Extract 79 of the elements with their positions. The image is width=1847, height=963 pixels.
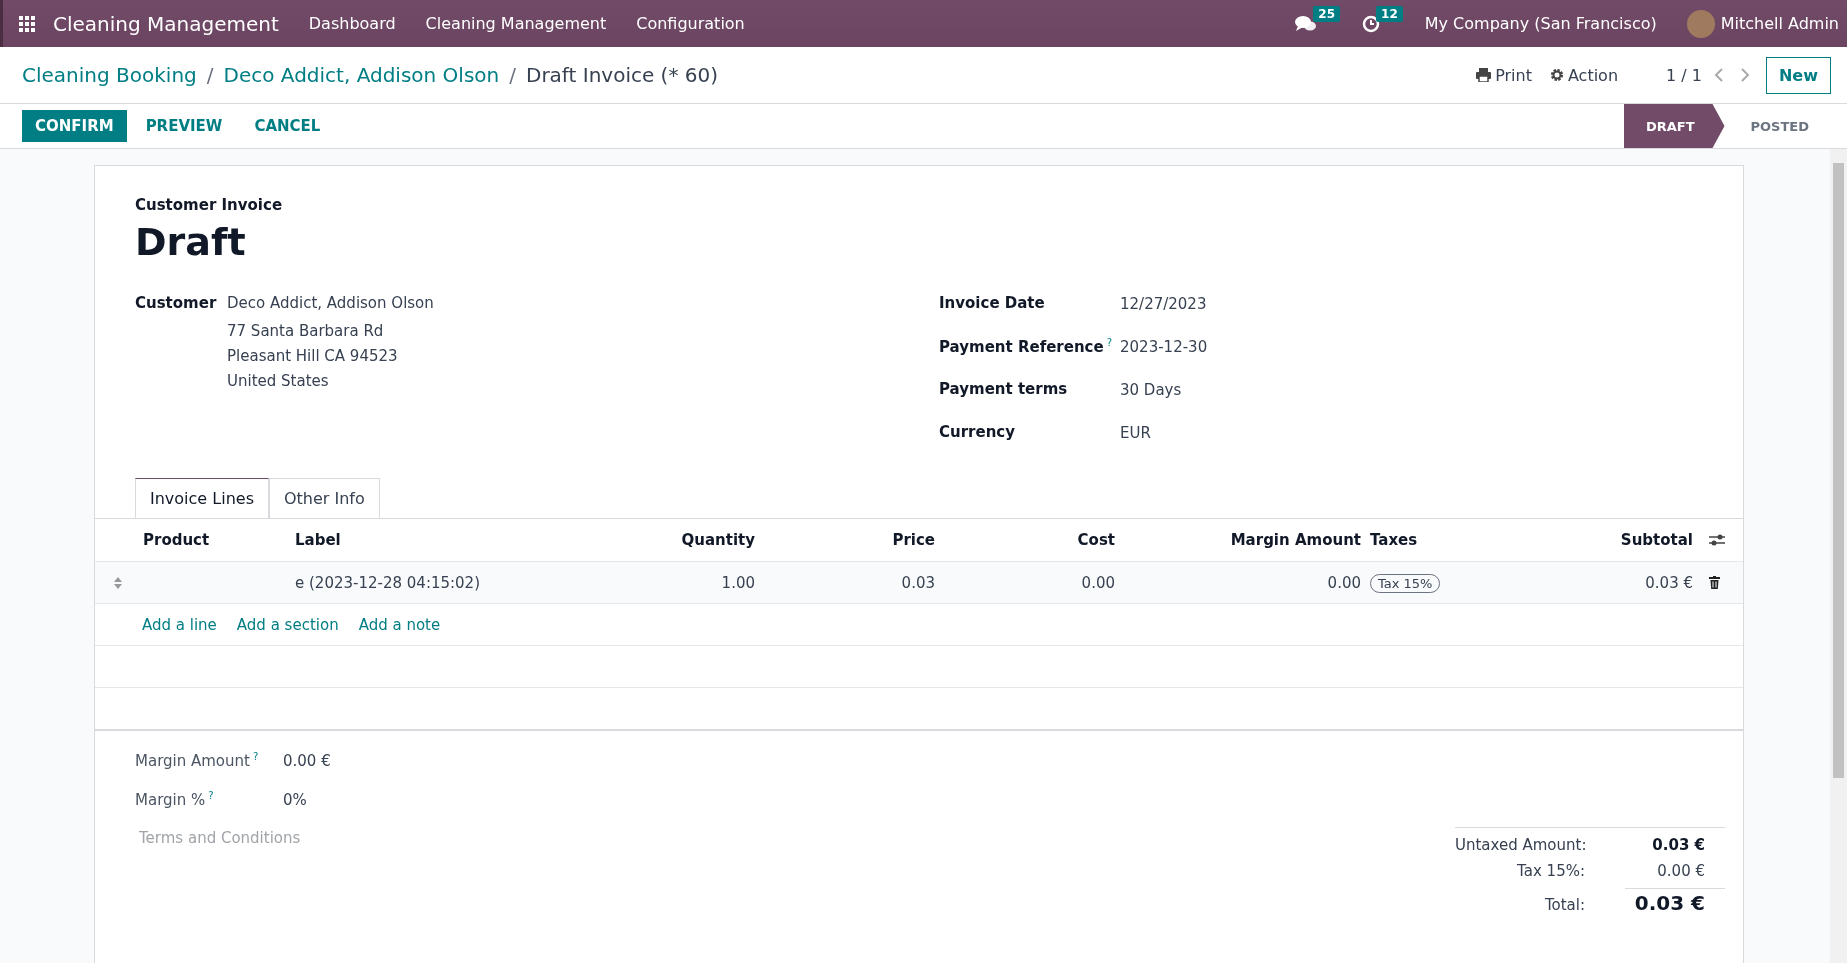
menu-item[interactable]: Dashboard: [308, 14, 396, 33]
column-header[interactable]: Margin Amount: [1125, 531, 1365, 549]
field-value: 0.00 €: [283, 752, 331, 770]
user-menu[interactable]: Mitchell Admin: [1720, 14, 1839, 33]
gear-icon[interactable]: [1549, 68, 1564, 82]
app-name[interactable]: Cleaning Management: [53, 11, 279, 36]
action-button[interactable]: Action: [1549, 65, 1619, 85]
notebook-tab[interactable]: Other Info: [268, 478, 380, 518]
action-button[interactable]: PREVIEW: [132, 110, 236, 142]
field-label: Currency: [939, 423, 1015, 441]
breadcrumb-link[interactable]: Deco Addict, Addison Olson: [223, 63, 500, 87]
confirm-button[interactable]: CONFIRM: [22, 110, 127, 142]
table-cell-text: 0.03 €: [1644, 573, 1694, 592]
print-button[interactable]: Print: [1476, 65, 1532, 85]
scrollbar[interactable]: [1830, 149, 1847, 963]
address-line: Pleasant Hill CA 94523: [227, 347, 399, 365]
total-value: 0.03 €: [1651, 836, 1706, 854]
table-cell-text: 0.00: [1080, 573, 1116, 592]
address-line: 77 Santa Barbara Rd: [227, 322, 385, 340]
table-cell-text: e (2023-12-28 04:15:02): [294, 573, 481, 592]
field-label: Payment Reference: [939, 338, 1104, 356]
column-header[interactable]: Label: [287, 531, 601, 549]
customer-name[interactable]: Deco Addict, Addison Olson: [227, 294, 434, 312]
sliders-icon[interactable]: [1709, 534, 1725, 546]
column-header[interactable]: Price: [765, 531, 945, 549]
breadcrumb-separator: /: [509, 63, 516, 87]
help-mark[interactable]: ?: [252, 751, 259, 762]
column-header[interactable]: Cost: [945, 531, 1125, 549]
add-link[interactable]: Add a line: [142, 615, 217, 634]
field-value[interactable]: 2023-12-30: [1120, 337, 1208, 356]
table-cell-text: 1.00: [720, 573, 756, 592]
address-line: United States: [227, 372, 330, 390]
trash-icon[interactable]: [1709, 576, 1720, 589]
invoice-status: Draft: [135, 220, 247, 264]
pager-value: 1 / 1: [1666, 65, 1702, 85]
total-label: Untaxed Amount:: [1455, 836, 1588, 854]
field-label: Margin %: [135, 791, 206, 809]
field-value[interactable]: 30 Days: [1120, 380, 1208, 399]
column-header[interactable]: Quantity: [601, 531, 765, 549]
scrollbar-thumb[interactable]: [1833, 163, 1844, 778]
add-link[interactable]: Add a section: [236, 615, 339, 634]
invoice-type: Customer Invoice: [135, 196, 284, 214]
column-header[interactable]: Taxes: [1365, 531, 1561, 549]
menu-item[interactable]: Configuration: [636, 14, 745, 33]
new-button[interactable]: New: [1765, 56, 1831, 94]
status-stage[interactable]: DRAFT: [1623, 104, 1725, 148]
chat-bubbles-icon[interactable]: [1295, 14, 1318, 33]
breadcrumb-separator: /: [206, 63, 214, 87]
table-cell-text: 0.03: [900, 573, 936, 592]
clock-icon[interactable]: [1362, 14, 1381, 33]
status-stage[interactable]: POSTED: [1724, 104, 1827, 148]
field-label: Customer: [135, 294, 218, 314]
table-cell-text: 0.00: [1326, 573, 1362, 592]
total-label: Tax 15%:: [1516, 862, 1586, 880]
breadcrumb-link[interactable]: Cleaning Booking: [22, 63, 197, 87]
count-badge: 12: [1376, 5, 1403, 22]
field-value: 0%: [283, 791, 307, 809]
total-value: 0.03 €: [1625, 888, 1725, 915]
field-label: Payment terms: [939, 380, 1068, 398]
company-switcher[interactable]: My Company (San Francisco): [1424, 14, 1657, 33]
field-value[interactable]: 12/27/2023: [1120, 294, 1208, 313]
breadcrumb-current: Draft Invoice (* 60): [526, 63, 719, 87]
field-value[interactable]: EUR: [1120, 423, 1208, 442]
drag-handle-icon[interactable]: [113, 575, 123, 590]
add-link[interactable]: Add a note: [358, 615, 441, 634]
column-header[interactable]: Subtotal: [1561, 531, 1703, 549]
notebook-tab[interactable]: Invoice Lines: [135, 478, 269, 518]
count-badge: 25: [1313, 5, 1341, 22]
field-label: Margin Amount: [135, 752, 250, 770]
field-label: Invoice Date: [939, 294, 1045, 312]
menu-item[interactable]: Cleaning Management: [425, 14, 607, 33]
help-mark[interactable]: ?: [1106, 337, 1112, 348]
column-header[interactable]: Product: [135, 531, 287, 549]
help-mark[interactable]: ?: [208, 790, 214, 801]
total-label: Total:: [1543, 896, 1586, 914]
total-value: 0.00 €: [1656, 862, 1706, 880]
action-button[interactable]: CANCEL: [241, 110, 334, 142]
apps-grid-icon[interactable]: [19, 15, 35, 32]
printer-icon[interactable]: [1476, 68, 1492, 82]
